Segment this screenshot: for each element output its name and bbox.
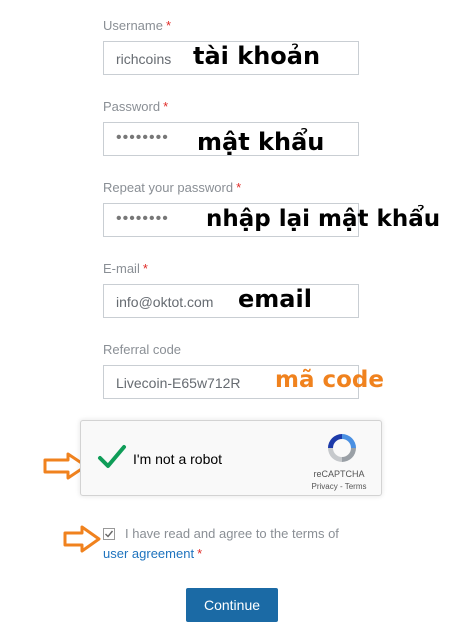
checkmark-icon[interactable] [97,443,127,471]
username-value: richcoins [116,51,172,67]
required-mark: * [197,546,203,561]
continue-button[interactable]: Continue [186,588,278,622]
agree-checkbox[interactable] [103,528,115,540]
referral-value: Livecoin-E65w712R [116,375,241,391]
required-mark: * [142,261,148,276]
checkbox-check-icon [105,530,114,538]
repeat-password-label: Repeat your password * [103,180,242,195]
repeat-password-annotation: nhập lại mật khẩu [206,206,441,232]
required-mark: * [163,99,169,114]
email-value: info@oktot.com [116,294,214,310]
password-annotation: mật khẩu [197,128,325,156]
email-annotation: email [238,285,312,313]
recaptcha-brand: reCAPTCHA [313,469,365,479]
password-label: Password * [103,99,169,114]
password-value: •••••••• [116,129,169,146]
username-annotation: tài khoản [193,42,321,70]
user-agreement-link[interactable]: user agreement * [103,546,202,561]
username-label: Username * [103,18,172,33]
agree-text: I have read and agree to the terms of [125,526,339,541]
captcha-label: I'm not a robot [133,451,223,467]
arrow-right-icon [63,525,101,553]
email-input[interactable]: info@oktot.com [103,284,359,318]
referral-label: Referral code [103,342,182,357]
recaptcha-widget[interactable]: I'm not a robot reCAPTCHA Privacy - Term… [80,420,382,496]
referral-annotation: mã code [275,367,384,393]
recaptcha-logo-icon [328,434,356,462]
required-mark: * [236,180,242,195]
required-mark: * [165,18,172,33]
repeat-password-value: •••••••• [116,210,169,227]
recaptcha-links[interactable]: Privacy - Terms [309,482,369,491]
email-label: E-mail * [103,261,148,276]
